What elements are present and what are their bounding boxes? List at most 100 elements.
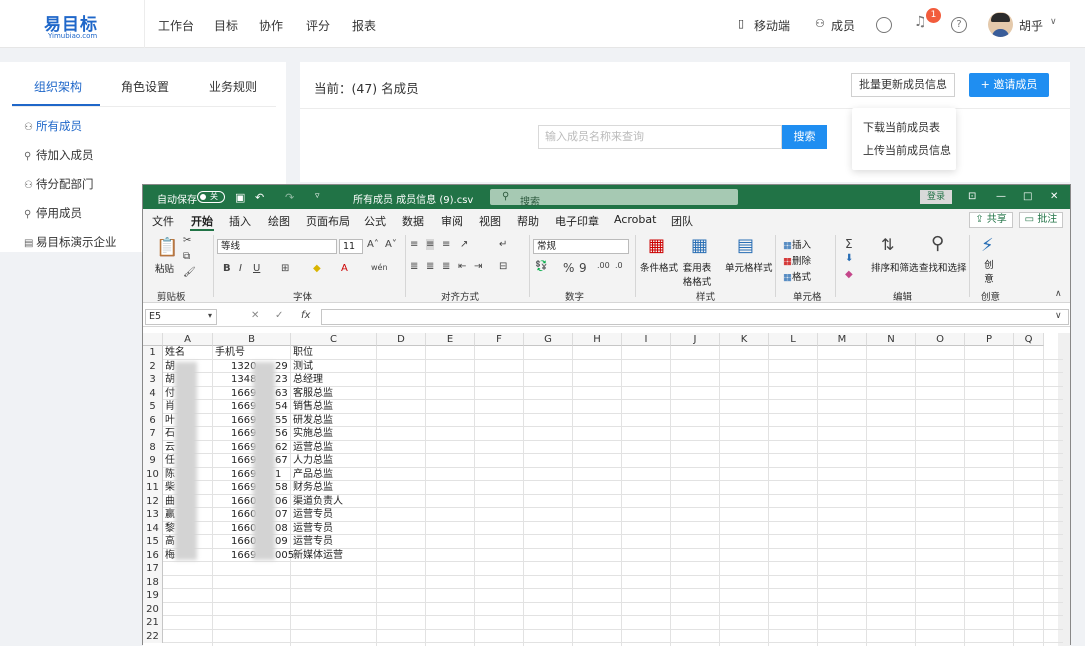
column-header[interactable]: Q	[1014, 333, 1044, 346]
cell-style-icon[interactable]: ▤	[737, 235, 754, 256]
name-cell[interactable]: 云	[165, 441, 175, 455]
row-header[interactable]: 11	[143, 481, 163, 495]
paste-icon[interactable]: 📋	[156, 237, 178, 258]
column-header[interactable]: O	[916, 333, 965, 346]
tab-rules[interactable]: 业务规则	[209, 78, 257, 95]
row-header[interactable]: 7	[143, 427, 163, 441]
close-icon[interactable]: ✕	[1050, 191, 1058, 202]
batch-update-button[interactable]: 批量更新成员信息	[851, 73, 955, 97]
menu-acrobat[interactable]: Acrobat	[614, 213, 656, 226]
nav-score[interactable]: 评分	[306, 17, 330, 34]
row-header[interactable]: 5	[143, 400, 163, 414]
upload-members-item[interactable]: 上传当前成员信息	[863, 142, 951, 158]
name-cell[interactable]: 石	[165, 427, 175, 441]
invite-button[interactable]: + 邀请成员	[969, 73, 1049, 97]
create-button[interactable]: 创意	[983, 257, 995, 285]
sidebar-item-pending[interactable]: ⚲ 待加入成员	[24, 147, 94, 163]
find-select-button[interactable]: 查找和选择	[919, 260, 967, 274]
menu-help[interactable]: 帮助	[517, 213, 539, 229]
autosum-icon[interactable]: Σ	[845, 237, 853, 251]
menu-esign[interactable]: 电子印章	[555, 213, 599, 229]
logo[interactable]: 易目标 Yimubiao.com	[44, 10, 104, 40]
search-button[interactable]: 搜索	[782, 125, 827, 149]
menu-home[interactable]: 开始	[191, 213, 213, 229]
position-cell[interactable]: 研发总监	[293, 414, 333, 428]
function-icon[interactable]: fx	[301, 310, 310, 321]
row-header[interactable]: 2	[143, 359, 163, 373]
column-header[interactable]: G	[524, 333, 573, 346]
row-header[interactable]: 3	[143, 373, 163, 387]
align-center-icon[interactable]: ≣	[426, 261, 434, 272]
name-box[interactable]: E5	[145, 309, 217, 325]
lightning-icon[interactable]: ⚡	[981, 235, 994, 256]
cell-style-button[interactable]: 单元格样式	[725, 260, 773, 274]
avatar[interactable]	[988, 12, 1013, 37]
copy-icon[interactable]: ⧉	[183, 251, 190, 262]
font-name-select[interactable]: 等线	[217, 239, 337, 254]
nav-collab[interactable]: 协作	[259, 17, 283, 34]
nav-goals[interactable]: 目标	[214, 17, 238, 34]
table-format-button[interactable]: 套用表格格式	[679, 260, 715, 288]
currency-icon[interactable]: 💱	[535, 261, 547, 272]
ribbon-display-icon[interactable]: ⊡	[968, 191, 976, 202]
clear-icon[interactable]: ◆	[845, 269, 853, 280]
row-header[interactable]: 18	[143, 575, 163, 589]
row-header[interactable]: 6	[143, 413, 163, 427]
comment-button[interactable]: ▭ 批注	[1019, 212, 1063, 228]
position-cell[interactable]: 产品总监	[293, 468, 333, 482]
position-cell[interactable]: 运营专员	[293, 508, 333, 522]
mobile-link[interactable]: 移动端	[754, 17, 790, 34]
position-cell[interactable]: 销售总监	[293, 400, 333, 414]
autosave-toggle[interactable]: 关	[197, 191, 225, 203]
align-top-icon[interactable]: ≡	[410, 239, 418, 250]
name-cell[interactable]: 黎	[165, 522, 175, 536]
header-cell[interactable]: 职位	[293, 346, 313, 360]
menu-formula[interactable]: 公式	[364, 213, 386, 229]
login-button[interactable]: 登录	[920, 190, 952, 204]
format-painter-icon[interactable]: 🖌	[183, 267, 196, 278]
column-header[interactable]: D	[377, 333, 426, 346]
name-cell[interactable]: 任	[165, 454, 175, 468]
row-header[interactable]: 12	[143, 494, 163, 508]
align-middle-icon[interactable]: ≡	[426, 239, 435, 250]
column-header[interactable]: B	[213, 333, 291, 346]
column-header[interactable]: I	[622, 333, 671, 346]
quick-access-icon[interactable]: ▿	[315, 191, 320, 201]
insert-cells-button[interactable]: ▦插入	[783, 237, 811, 251]
name-cell[interactable]: 肖	[165, 400, 175, 414]
column-header[interactable]: M	[818, 333, 867, 346]
menu-data[interactable]: 数据	[402, 213, 424, 229]
position-cell[interactable]: 总经理	[293, 373, 323, 387]
header-cell[interactable]: 姓名	[165, 346, 185, 360]
sort-filter-icon[interactable]: ⇅	[881, 235, 894, 254]
column-header[interactable]: F	[475, 333, 524, 346]
position-cell[interactable]: 运营专员	[293, 522, 333, 536]
name-cell[interactable]: 叶	[165, 414, 175, 428]
underline-icon[interactable]: U	[253, 263, 260, 274]
namebox-dropdown-icon[interactable]: ▾	[208, 311, 212, 320]
help-icon[interactable]: ?	[951, 17, 967, 33]
column-header[interactable]: L	[769, 333, 818, 346]
bell-icon[interactable]: ♫	[914, 14, 927, 30]
column-header[interactable]: A	[163, 333, 213, 346]
increase-decimal-icon[interactable]: .00	[597, 261, 610, 270]
tab-org[interactable]: 组织架构	[34, 78, 82, 95]
row-header[interactable]: 9	[143, 454, 163, 468]
share-button[interactable]: ⇪ 共享	[969, 212, 1013, 228]
name-cell[interactable]: 胡	[165, 360, 175, 374]
fill-icon[interactable]: ⬇	[845, 253, 853, 264]
row-header[interactable]: 8	[143, 440, 163, 454]
app-icon[interactable]	[876, 17, 892, 33]
name-cell[interactable]: 柴	[165, 481, 175, 495]
column-header[interactable]: H	[573, 333, 622, 346]
align-left-icon[interactable]: ≣	[410, 261, 418, 272]
column-header[interactable]: E	[426, 333, 475, 346]
cancel-icon[interactable]: ✕	[251, 310, 259, 321]
position-cell[interactable]: 新媒体运营	[293, 549, 343, 563]
row-header[interactable]: 22	[143, 629, 163, 643]
name-cell[interactable]: 梅	[165, 549, 175, 563]
collapse-ribbon-icon[interactable]: ∧	[1055, 289, 1062, 299]
member-search-input[interactable]: 输入成员名称来查询	[538, 125, 782, 149]
merge-icon[interactable]: ⊟	[499, 261, 507, 272]
row-header[interactable]: 10	[143, 467, 163, 481]
